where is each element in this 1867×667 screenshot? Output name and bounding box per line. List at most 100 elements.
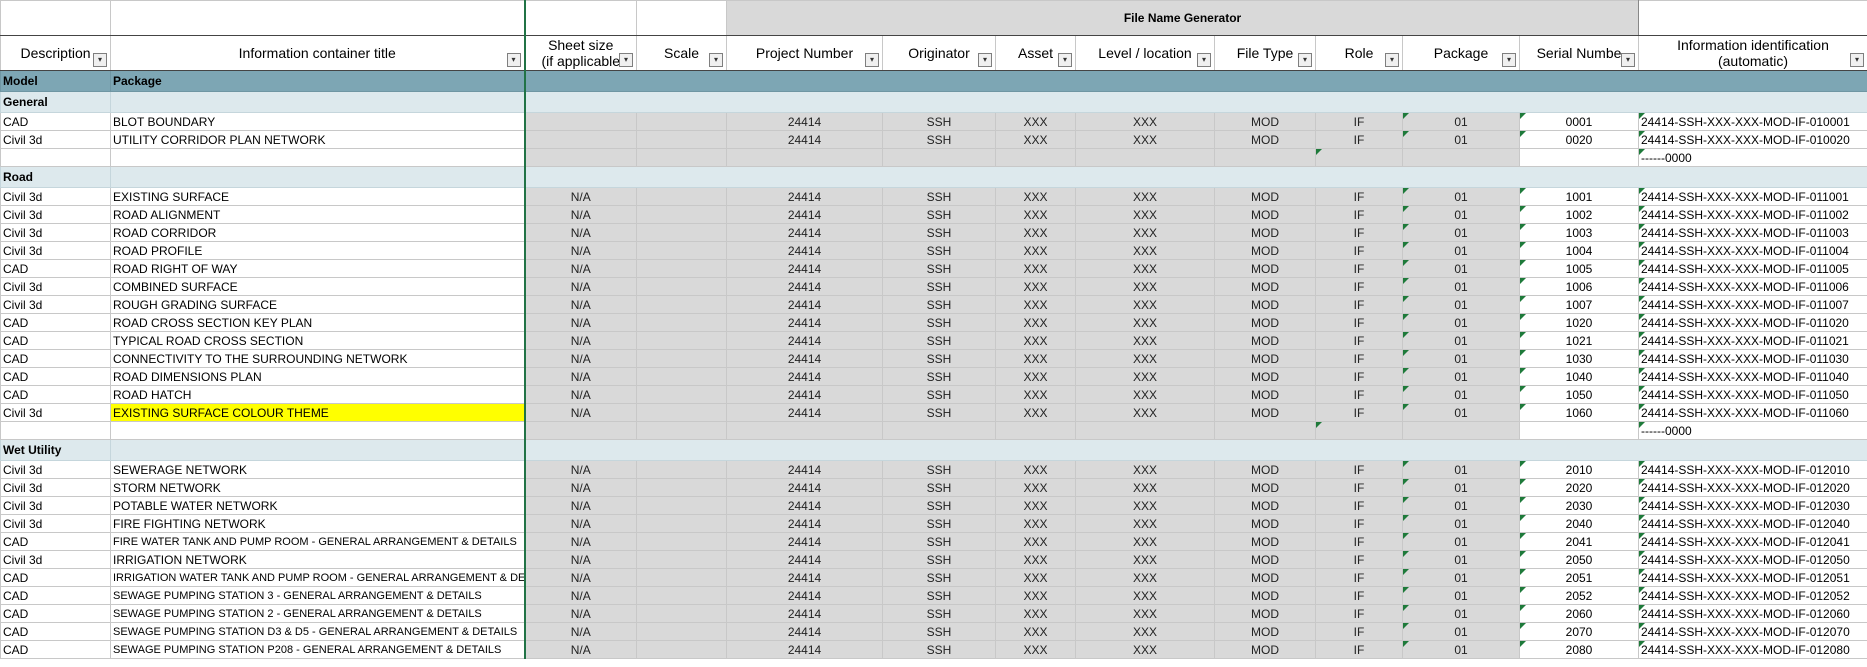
level-cell[interactable]: XXX	[1075, 259, 1215, 278]
level-cell[interactable]: XXX	[1075, 349, 1215, 368]
serial-number-cell[interactable]: 1002	[1519, 205, 1639, 224]
role-cell[interactable]: IF	[1315, 331, 1403, 350]
empty-generator-cell[interactable]	[726, 148, 883, 167]
role-cell[interactable]: IF	[1315, 514, 1403, 533]
originator-cell[interactable]: SSH	[882, 295, 996, 314]
package-cell[interactable]: 01	[1402, 586, 1520, 605]
originator-cell[interactable]: SSH	[882, 187, 996, 206]
empty-generator-cell[interactable]	[1214, 421, 1316, 440]
scale-cell[interactable]	[636, 640, 727, 659]
column-header-sheet-size[interactable]: Sheet size (if applicable ▾	[524, 35, 637, 71]
description-cell[interactable]: Civil 3d	[0, 460, 111, 479]
filter-dropdown-icon[interactable]: ▾	[1385, 53, 1399, 67]
title-cell[interactable]: FIRE WATER TANK AND PUMP ROOM - GENERAL …	[110, 532, 526, 551]
originator-cell[interactable]: SSH	[882, 604, 996, 623]
file-type-cell[interactable]: MOD	[1214, 403, 1316, 422]
title-cell[interactable]: EXISTING SURFACE COLOUR THEME	[110, 403, 526, 422]
information-id-cell[interactable]: 24414-SSH-XXX-XXX-MOD-IF-011007	[1638, 295, 1867, 314]
role-cell[interactable]: IF	[1315, 478, 1403, 497]
role-cell[interactable]: IF	[1315, 259, 1403, 278]
serial-number-cell[interactable]: 2070	[1519, 622, 1639, 641]
title-cell[interactable]: ROAD DIMENSIONS PLAN	[110, 367, 526, 386]
group-band-cell[interactable]	[524, 439, 1867, 461]
description-cell[interactable]	[0, 421, 111, 440]
asset-cell[interactable]: XXX	[995, 622, 1076, 641]
title-cell[interactable]: BLOT BOUNDARY	[110, 112, 526, 131]
file-type-cell[interactable]: MOD	[1214, 277, 1316, 296]
serial-number-cell[interactable]: 1060	[1519, 403, 1639, 422]
filter-dropdown-icon[interactable]: ▾	[1298, 53, 1312, 67]
package-cell[interactable]: 01	[1402, 223, 1520, 242]
file-type-cell[interactable]: MOD	[1214, 532, 1316, 551]
originator-cell[interactable]: SSH	[882, 622, 996, 641]
scale-cell[interactable]	[636, 496, 727, 515]
sheet-size-cell[interactable]: N/A	[524, 277, 637, 296]
originator-cell[interactable]: SSH	[882, 349, 996, 368]
package-cell[interactable]: 01	[1402, 460, 1520, 479]
description-cell[interactable]: Civil 3d	[0, 295, 111, 314]
package-cell[interactable]: 01	[1402, 568, 1520, 587]
level-cell[interactable]: XXX	[1075, 586, 1215, 605]
scale-cell[interactable]	[636, 259, 727, 278]
role-cell[interactable]: IF	[1315, 187, 1403, 206]
originator-cell[interactable]: SSH	[882, 385, 996, 404]
serial-number-cell[interactable]: 2041	[1519, 532, 1639, 551]
originator-cell[interactable]: SSH	[882, 259, 996, 278]
description-cell[interactable]: CAD	[0, 385, 111, 404]
level-cell[interactable]: XXX	[1075, 496, 1215, 515]
description-cell[interactable]: CAD	[0, 568, 111, 587]
package-cell[interactable]: 01	[1402, 403, 1520, 422]
description-cell[interactable]	[0, 148, 111, 167]
description-cell[interactable]: CAD	[0, 622, 111, 641]
title-cell[interactable]: SEWAGE PUMPING STATION D3 & D5 - GENERAL…	[110, 622, 526, 641]
column-header-originator[interactable]: Originator ▾	[882, 35, 996, 71]
role-cell[interactable]: IF	[1315, 112, 1403, 131]
information-id-cell[interactable]: 24414-SSH-XXX-XXX-MOD-IF-011040	[1638, 367, 1867, 386]
level-cell[interactable]: XXX	[1075, 550, 1215, 569]
project-number-cell[interactable]: 24414	[726, 622, 883, 641]
description-cell[interactable]: CAD	[0, 604, 111, 623]
role-cell[interactable]: IF	[1315, 460, 1403, 479]
description-cell[interactable]: CAD	[0, 532, 111, 551]
sheet-size-cell[interactable]: N/A	[524, 460, 637, 479]
package-cell[interactable]: 01	[1402, 187, 1520, 206]
scale-cell[interactable]	[636, 532, 727, 551]
description-cell[interactable]: Civil 3d	[0, 550, 111, 569]
package-cell[interactable]	[1402, 421, 1520, 440]
serial-number-cell[interactable]: 0001	[1519, 112, 1639, 131]
file-type-cell[interactable]: MOD	[1214, 604, 1316, 623]
asset-cell[interactable]: XXX	[995, 496, 1076, 515]
scale-cell[interactable]	[636, 331, 727, 350]
description-cell[interactable]: CAD	[0, 367, 111, 386]
role-cell[interactable]: IF	[1315, 130, 1403, 149]
column-header-file-type[interactable]: File Type ▾	[1214, 35, 1316, 71]
information-id-cell[interactable]: 24414-SSH-XXX-XXX-MOD-IF-012020	[1638, 478, 1867, 497]
file-type-cell[interactable]: MOD	[1214, 622, 1316, 641]
project-number-cell[interactable]: 24414	[726, 112, 883, 131]
description-cell[interactable]: Civil 3d	[0, 223, 111, 242]
title-cell[interactable]: ROAD CROSS SECTION KEY PLAN	[110, 313, 526, 332]
file-type-cell[interactable]: MOD	[1214, 460, 1316, 479]
package-cell[interactable]: 01	[1402, 277, 1520, 296]
serial-number-cell[interactable]: 1006	[1519, 277, 1639, 296]
package-label-cell[interactable]: Package	[110, 70, 526, 92]
title-cell[interactable]: COMBINED SURFACE	[110, 277, 526, 296]
scale-cell[interactable]	[636, 241, 727, 260]
package-cell[interactable]: 01	[1402, 112, 1520, 131]
sheet-size-cell[interactable]: N/A	[524, 385, 637, 404]
serial-number-cell[interactable]: 2051	[1519, 568, 1639, 587]
sheet-size-cell[interactable]	[524, 130, 637, 149]
asset-cell[interactable]: XXX	[995, 205, 1076, 224]
description-cell[interactable]: CAD	[0, 349, 111, 368]
serial-number-cell[interactable]: 2080	[1519, 640, 1639, 659]
blank-cell[interactable]	[524, 0, 637, 36]
serial-number-cell[interactable]: 1001	[1519, 187, 1639, 206]
sheet-size-cell[interactable]: N/A	[524, 241, 637, 260]
originator-cell[interactable]: SSH	[882, 112, 996, 131]
empty-generator-cell[interactable]	[524, 421, 637, 440]
column-header-role[interactable]: Role ▾	[1315, 35, 1403, 71]
serial-number-cell[interactable]: 1003	[1519, 223, 1639, 242]
project-number-cell[interactable]: 24414	[726, 277, 883, 296]
information-id-cell[interactable]: 24414-SSH-XXX-XXX-MOD-IF-012051	[1638, 568, 1867, 587]
information-id-cell[interactable]: 24414-SSH-XXX-XXX-MOD-IF-012080	[1638, 640, 1867, 659]
